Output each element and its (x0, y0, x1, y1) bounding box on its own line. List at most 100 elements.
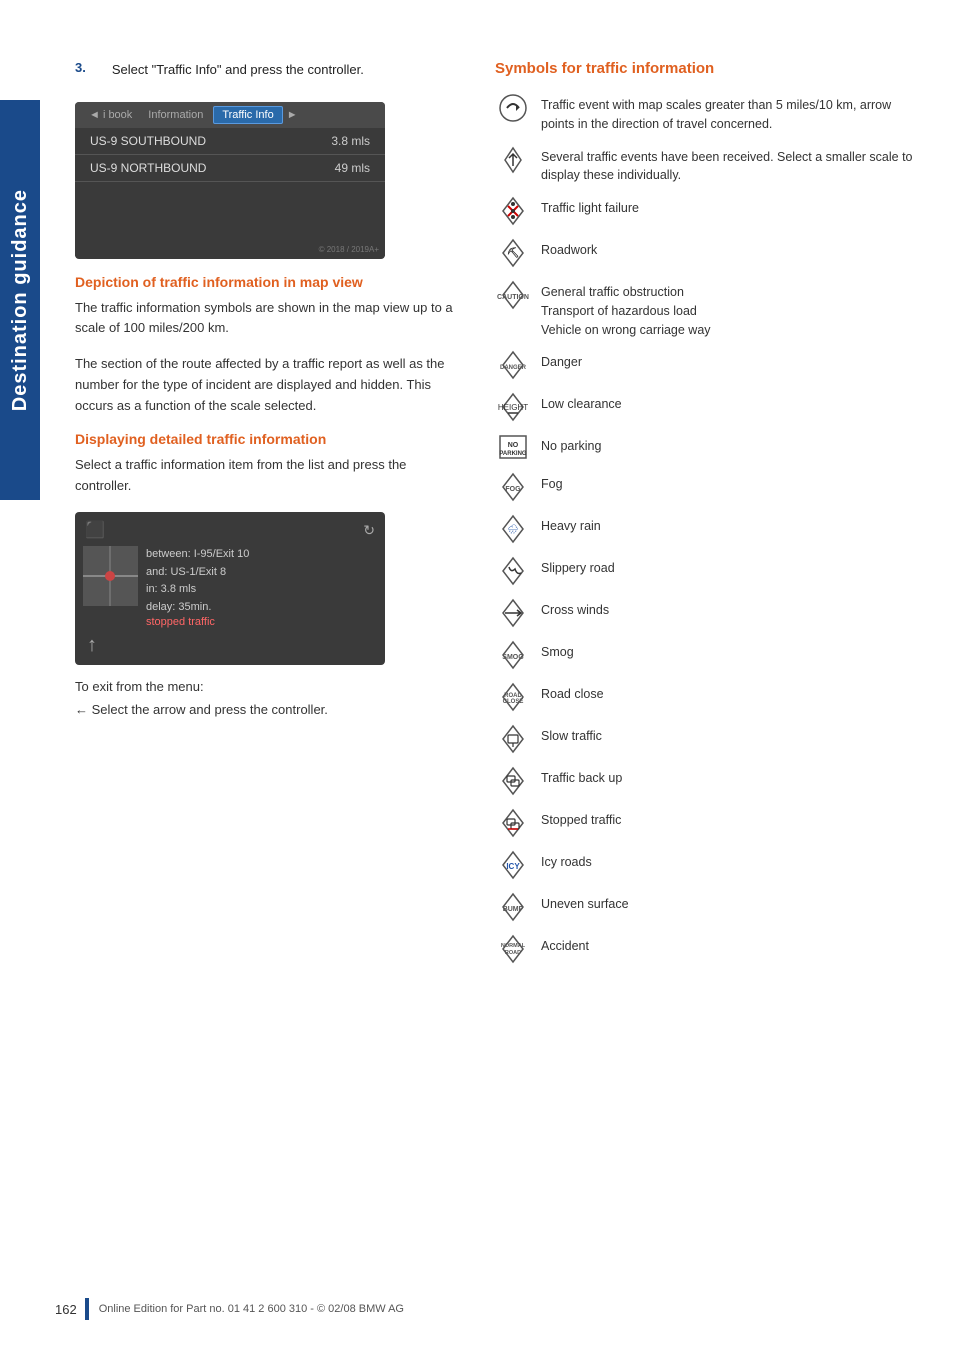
crosswind-icon (495, 597, 531, 629)
symbol-row-13: SMOG Smog (495, 639, 924, 671)
road-close-icon: ROAD CLOSE (495, 681, 531, 713)
detail-text-block: between: I-95/Exit 10 and: US-1/Exit 8 i… (146, 546, 249, 628)
depiction-section: Depiction of traffic information in map … (75, 274, 455, 417)
sidebar-label: Destination guidance (0, 100, 40, 500)
symbol-text-7: Low clearance (541, 391, 622, 414)
svg-text:PARKING: PARKING (499, 451, 527, 457)
tab-book[interactable]: ◄ i book (83, 107, 138, 123)
symbol-text-19: Uneven surface (541, 891, 629, 914)
svg-text:ICY: ICY (506, 862, 520, 871)
svg-text:BUMP: BUMP (503, 906, 524, 913)
symbol-row-4: ⛏ Roadwork (495, 237, 924, 269)
symbol-row-5: CAUTION General traffic obstruction Tran… (495, 279, 924, 339)
svg-text:🌧: 🌧 (507, 524, 518, 534)
tab-information[interactable]: Information (142, 107, 209, 123)
traffic-light-icon (495, 195, 531, 227)
symbol-text-14: Road close (541, 681, 604, 704)
traffic-row-2: US-9 NORTHBOUND 49 mls (75, 155, 385, 182)
fog-icon: FOG (495, 471, 531, 503)
symbol-row-6: DANGER Danger (495, 349, 924, 381)
slippery-icon (495, 555, 531, 587)
footer-bar (85, 1298, 89, 1320)
symbol-text-16: Traffic back up (541, 765, 622, 788)
symbol-text-15: Slow traffic (541, 723, 602, 746)
slow-traffic-icon (495, 723, 531, 755)
symbol-text-8: No parking (541, 433, 601, 456)
svg-text:NO: NO (508, 442, 519, 449)
route-distance-1: 3.8 mls (331, 134, 370, 148)
page-footer: 162 Online Edition for Part no. 01 41 2 … (55, 1298, 954, 1320)
symbol-row-8: NO PARKING No parking (495, 433, 924, 461)
danger-icon: DANGER (495, 349, 531, 381)
traffic-box-header: ◄ i book Information Traffic Info ► (75, 102, 385, 128)
step-text: Select "Traffic Info" and press the cont… (112, 60, 364, 80)
route-distance-2: 49 mls (335, 161, 370, 175)
depiction-heading: Depiction of traffic information in map … (75, 274, 455, 290)
symbol-text-4: Roadwork (541, 237, 597, 260)
arrow-circle-icon (495, 92, 531, 124)
exit-line1: To exit from the menu: (75, 677, 455, 697)
displaying-section: Displaying detailed traffic information … (75, 431, 455, 497)
detail-and: and: US-1/Exit 8 (146, 564, 249, 582)
smog-icon: SMOG (495, 639, 531, 671)
detail-status: stopped traffic (146, 616, 249, 628)
detail-between: between: I-95/Exit 10 (146, 546, 249, 564)
detail-delay: delay: 35min. (146, 599, 249, 617)
symbol-text-20: Accident (541, 933, 589, 956)
route-name-1: US-9 SOUTHBOUND (90, 134, 206, 148)
symbol-text-13: Smog (541, 639, 574, 662)
detail-map-image (83, 546, 138, 606)
symbol-row-15: Slow traffic (495, 723, 924, 755)
main-content: 3. Select "Traffic Info" and press the c… (55, 0, 954, 1015)
displaying-heading: Displaying detailed traffic information (75, 431, 455, 447)
page-number: 162 (55, 1302, 77, 1317)
symbol-text-17: Stopped traffic (541, 807, 621, 830)
symbol-row-7: HEIGHT Low clearance (495, 391, 924, 423)
svg-text:FOG: FOG (505, 486, 521, 493)
symbol-row-11: Slippery road (495, 555, 924, 587)
symbol-row-14: ROAD CLOSE Road close (495, 681, 924, 713)
symbol-text-1: Traffic event with map scales greater th… (541, 92, 924, 134)
symbol-row-9: FOG Fog (495, 471, 924, 503)
icy-roads-icon: ICY (495, 849, 531, 881)
symbol-text-3: Traffic light failure (541, 195, 639, 218)
right-column: Symbols for traffic information Traffic … (485, 60, 924, 975)
depiction-para2: The section of the route affected by a t… (75, 354, 455, 416)
svg-text:CAUTION: CAUTION (497, 294, 529, 301)
symbol-row-1: Traffic event with map scales greater th… (495, 92, 924, 134)
symbol-text-10: Heavy rain (541, 513, 601, 536)
symbol-text-5: General traffic obstruction Transport of… (541, 279, 711, 339)
symbol-text-12: Cross winds (541, 597, 609, 620)
step3-container: 3. Select "Traffic Info" and press the c… (75, 60, 455, 92)
svg-text:ROAD: ROAD (505, 950, 521, 956)
exit-line2: ← Select the arrow and press the control… (75, 702, 455, 717)
symbol-row-20: NORMAL ROAD Accident (495, 933, 924, 965)
symbols-heading: Symbols for traffic information (495, 60, 924, 77)
symbol-text-2: Several traffic events have been receive… (541, 144, 924, 186)
symbol-row-19: BUMP Uneven surface (495, 891, 924, 923)
uneven-surface-icon: BUMP (495, 891, 531, 923)
symbol-text-18: Icy roads (541, 849, 592, 872)
stopped-traffic-icon (495, 807, 531, 839)
detail-content: between: I-95/Exit 10 and: US-1/Exit 8 i… (83, 546, 377, 628)
symbol-row-18: ICY Icy roads (495, 849, 924, 881)
depiction-para1: The traffic information symbols are show… (75, 298, 455, 340)
footer-text: Online Edition for Part no. 01 41 2 600 … (99, 1303, 404, 1315)
detail-in: in: 3.8 mls (146, 581, 249, 599)
svg-text:CLOSE: CLOSE (503, 699, 524, 705)
symbol-text-6: Danger (541, 349, 582, 372)
symbol-text-9: Fog (541, 471, 563, 494)
symbol-row-2: Several traffic events have been receive… (495, 144, 924, 186)
svg-text:DANGER: DANGER (500, 365, 527, 371)
exit-section: To exit from the menu: ← Select the arro… (75, 677, 455, 717)
tab-traffic-info[interactable]: Traffic Info (213, 106, 282, 124)
svg-text:HEIGHT: HEIGHT (498, 403, 528, 412)
roadwork-icon: ⛏ (495, 237, 531, 269)
symbol-row-3: Traffic light failure (495, 195, 924, 227)
back-icon[interactable]: ⬛ (85, 520, 105, 540)
symbol-row-16: Traffic back up (495, 765, 924, 797)
svg-text:SMOG: SMOG (502, 654, 524, 661)
detail-header: ⬛ ↻ (83, 520, 377, 546)
refresh-icon[interactable]: ↻ (363, 522, 375, 539)
svg-text:⛏: ⛏ (507, 247, 520, 259)
